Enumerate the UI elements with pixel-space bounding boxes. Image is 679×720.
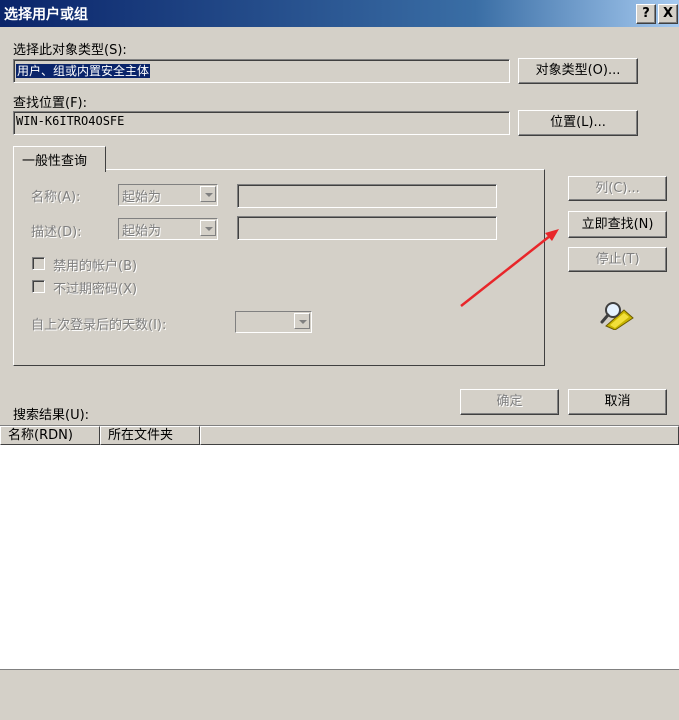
annotation-arrow — [460, 229, 559, 307]
stop-button[interactable]: 停止(T) — [568, 247, 667, 272]
description-operator-select[interactable]: 起始为 — [118, 218, 218, 240]
name-input[interactable] — [237, 184, 497, 208]
object-type-field: 用户、组或内置安全主体 — [13, 59, 510, 83]
disabled-accounts-label: 禁用的帐户(B) — [53, 259, 138, 274]
tab-general-query-label: 一般性查询 — [22, 154, 88, 169]
chevron-down-icon — [294, 313, 310, 329]
days-since-logon-label: 自上次登录后的天数(I): — [31, 318, 167, 333]
location-value: WIN-K6ITRO4OSFE — [16, 114, 125, 128]
non-expiring-password-checkbox[interactable] — [32, 280, 45, 293]
object-types-button[interactable]: 对象类型(O)... — [518, 58, 638, 84]
help-button[interactable]: ? — [636, 4, 656, 24]
tab-general-query[interactable]: 一般性查询 — [13, 146, 106, 172]
object-type-value: 用户、组或内置安全主体 — [16, 64, 151, 78]
title-bar[interactable]: 选择用户或组 ? X — [0, 0, 679, 27]
cancel-button[interactable]: 取消 — [568, 389, 667, 415]
description-label: 描述(D): — [31, 225, 82, 240]
name-operator-select[interactable]: 起始为 — [118, 184, 218, 206]
search-results-label: 搜索结果(U): — [13, 408, 90, 423]
location-label: 查找位置(F): — [13, 96, 88, 111]
location-field: WIN-K6ITRO4OSFE — [13, 111, 510, 135]
chevron-down-icon — [200, 220, 216, 236]
column-header-name[interactable]: 名称(RDN) — [0, 426, 100, 445]
columns-button[interactable]: 列(C)... — [568, 176, 667, 201]
magnifier-search-icon — [598, 298, 636, 331]
status-bar — [0, 669, 679, 720]
locations-button[interactable]: 位置(L)... — [518, 110, 638, 136]
column-header-filler — [200, 426, 679, 445]
description-operator-value: 起始为 — [122, 224, 162, 239]
close-button[interactable]: X — [658, 4, 678, 24]
name-operator-value: 起始为 — [122, 190, 162, 205]
window-title: 选择用户或组 — [4, 7, 88, 23]
object-type-label: 选择此对象类型(S): — [13, 43, 127, 58]
non-expiring-password-label: 不过期密码(X) — [53, 282, 138, 297]
column-header-folder[interactable]: 所在文件夹 — [100, 426, 200, 445]
search-results-list[interactable]: 名称(RDN) 所在文件夹 — [0, 425, 679, 670]
days-since-logon-select[interactable] — [235, 311, 312, 333]
disabled-accounts-checkbox[interactable] — [32, 257, 45, 270]
name-label: 名称(A): — [31, 190, 81, 205]
find-now-button[interactable]: 立即查找(N) — [568, 211, 667, 238]
chevron-down-icon — [200, 186, 216, 202]
ok-button[interactable]: 确定 — [460, 389, 559, 415]
